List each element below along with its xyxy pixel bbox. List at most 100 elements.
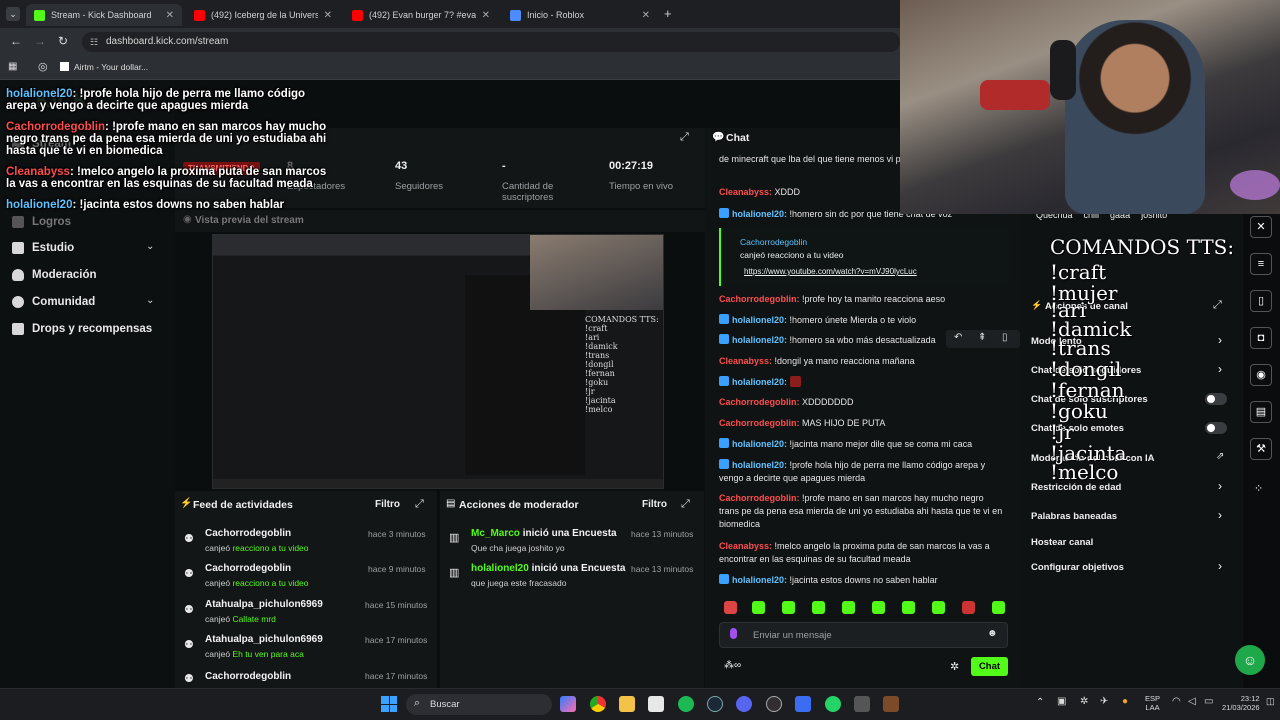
expand-icon[interactable]: ⤢ bbox=[681, 498, 690, 511]
close-icon[interactable]: ✕ bbox=[166, 10, 174, 21]
emote-icon[interactable] bbox=[992, 601, 1005, 614]
action-configure-goals[interactable]: Configurar objetivos bbox=[1031, 562, 1231, 573]
stack-icon[interactable]: ≡ bbox=[1250, 253, 1272, 275]
emote-icon[interactable] bbox=[872, 601, 885, 614]
chat-user[interactable]: Cleanabyss: bbox=[719, 541, 772, 551]
notifications-icon[interactable]: ◫ bbox=[1266, 696, 1275, 707]
wrench-icon[interactable]: ⚒ bbox=[1250, 438, 1272, 460]
windows-start-icon[interactable] bbox=[381, 696, 397, 712]
chat-user[interactable]: holalionel20: bbox=[732, 575, 787, 585]
language-indicator[interactable]: ESP LAA bbox=[1145, 694, 1160, 712]
expand-icon[interactable]: ⤢ bbox=[680, 131, 689, 144]
site-info-icon[interactable]: ☷ bbox=[90, 37, 98, 48]
emote-icon[interactable] bbox=[962, 601, 975, 614]
phone-icon[interactable]: ▯ bbox=[1250, 290, 1272, 312]
sidebar-item-estudio[interactable]: Estudio bbox=[12, 242, 74, 254]
steam-icon[interactable] bbox=[707, 696, 723, 712]
app-icon[interactable] bbox=[795, 696, 811, 712]
emote-icon[interactable] bbox=[724, 601, 737, 614]
emote-icon[interactable] bbox=[812, 601, 825, 614]
feed-user[interactable]: Cachorrodegoblin bbox=[205, 563, 291, 574]
feed-user[interactable]: Cachorrodegoblin bbox=[205, 671, 291, 682]
tray-bluetooth-icon[interactable]: ✈ bbox=[1100, 696, 1108, 707]
chat-user[interactable]: holalionel20: bbox=[732, 377, 787, 387]
mod-user[interactable]: Mc_Marco bbox=[471, 528, 520, 539]
chat-user[interactable]: Cachorrodegoblin: bbox=[719, 418, 800, 428]
apps-grid-icon[interactable]: ⁘ bbox=[1254, 482, 1263, 495]
store-icon[interactable] bbox=[648, 696, 664, 712]
emoji-icon[interactable]: ☻ bbox=[987, 628, 998, 639]
tab-youtube-2[interactable]: (492) Evan burger 7? #evanbur ✕ bbox=[344, 4, 498, 26]
apps-icon[interactable]: ▦ bbox=[8, 61, 17, 72]
chat-icon[interactable]: ◘ bbox=[1250, 327, 1272, 349]
emote-icon[interactable] bbox=[782, 601, 795, 614]
clock[interactable]: 23:12 21/03/2026 bbox=[1222, 694, 1260, 712]
mod-user[interactable]: holalionel20 bbox=[471, 563, 529, 574]
feed-filter-button[interactable]: Filtro bbox=[375, 499, 400, 510]
taskbar-search[interactable]: ⌕ Buscar bbox=[406, 694, 552, 715]
discord-icon[interactable] bbox=[736, 696, 752, 712]
support-chat-button[interactable]: ☺ bbox=[1235, 645, 1265, 675]
sidebar-item-comunidad[interactable]: Comunidad bbox=[12, 296, 95, 308]
microphone-icon[interactable] bbox=[730, 628, 737, 639]
action-banned-words[interactable]: Palabras baneadas bbox=[1031, 511, 1231, 522]
settings-gear-icon[interactable]: ✲ bbox=[950, 660, 959, 673]
tab-list-button[interactable]: ⌄ bbox=[6, 7, 20, 21]
spotify-icon[interactable] bbox=[678, 696, 694, 712]
tray-chevron-icon[interactable]: ⌃ bbox=[1036, 697, 1044, 708]
stream-preview[interactable]: COMANDOS TTS: !craft !ari !damick !trans !don… bbox=[212, 234, 664, 489]
emote-icon[interactable] bbox=[902, 601, 915, 614]
close-icon[interactable]: ✕ bbox=[482, 10, 490, 21]
back-icon[interactable]: ← bbox=[10, 34, 22, 48]
chat-link[interactable]: https://www.youtube.com/watch?v=mVJ90lyc… bbox=[744, 267, 917, 276]
chat-user[interactable]: Cleanabyss: bbox=[719, 187, 772, 197]
battery-icon[interactable]: ▭ bbox=[1204, 696, 1213, 707]
close-icon[interactable]: ✕ bbox=[324, 10, 332, 21]
chevron-right-icon[interactable]: › bbox=[1218, 559, 1222, 573]
tab-roblox[interactable]: Inicio - Roblox ✕ bbox=[502, 4, 658, 26]
tray-mic-icon[interactable]: ● bbox=[1122, 696, 1128, 707]
chat-user[interactable]: Cachorrodegoblin: bbox=[719, 294, 800, 304]
emote-icon[interactable] bbox=[752, 601, 765, 614]
chat-user[interactable]: Cleanabyss: bbox=[719, 356, 772, 366]
obs-icon[interactable] bbox=[766, 696, 782, 712]
pin-icon[interactable]: ⇞ bbox=[978, 332, 986, 343]
mod-filter-button[interactable]: Filtro bbox=[642, 499, 667, 510]
chat-user[interactable]: Cachorrodegoblin: bbox=[719, 493, 800, 503]
redeem-user[interactable]: Cachorrodegoblin bbox=[740, 237, 807, 247]
emote-icon[interactable] bbox=[842, 601, 855, 614]
chat-user[interactable]: holalionel20: bbox=[732, 335, 787, 345]
bookmark-airtm[interactable]: Airtm - Your dollar... bbox=[60, 62, 148, 72]
sidebar-item-drops[interactable]: Drops y recompensas bbox=[12, 323, 152, 335]
url-field[interactable]: dashboard.kick.com/stream bbox=[82, 32, 900, 52]
chat-user[interactable]: holalionel20: bbox=[732, 439, 787, 449]
feed-user[interactable]: Atahualpa_pichulon6969 bbox=[205, 634, 323, 645]
broadcast-icon[interactable]: ◉ bbox=[1250, 364, 1272, 386]
chat-user[interactable]: holalionel20: bbox=[732, 460, 787, 470]
feed-user[interactable]: Cachorrodegoblin bbox=[205, 528, 291, 539]
sidebar-item-moderacion[interactable]: Moderación bbox=[12, 269, 97, 281]
forward-icon[interactable]: → bbox=[34, 34, 46, 48]
volume-icon[interactable]: ◁ bbox=[1188, 696, 1196, 707]
chat-user[interactable]: holalionel20: bbox=[732, 209, 787, 219]
notification-app-icon[interactable] bbox=[854, 696, 870, 712]
tray-app-icon[interactable]: ▣ bbox=[1057, 696, 1066, 707]
emote-icon[interactable] bbox=[932, 601, 945, 614]
close-icon[interactable]: ✕ bbox=[1250, 216, 1272, 238]
expand-icon[interactable]: ⤢ bbox=[415, 498, 424, 511]
chevron-right-icon[interactable]: › bbox=[1218, 508, 1222, 522]
feed-user[interactable]: Atahualpa_pichulon6969 bbox=[205, 599, 323, 610]
chrome-icon[interactable] bbox=[590, 696, 606, 712]
chevron-down-icon[interactable]: ⌄ bbox=[146, 295, 154, 306]
sidebar-item-logros[interactable]: Logros bbox=[12, 216, 71, 228]
tab-kick-dashboard[interactable]: Stream - Kick Dashboard ✕ bbox=[26, 4, 182, 26]
whatsapp-icon[interactable] bbox=[825, 696, 841, 712]
file-explorer-icon[interactable] bbox=[619, 696, 635, 712]
delete-icon[interactable]: ▯ bbox=[1002, 332, 1008, 343]
layout-icon[interactable]: ▤ bbox=[1250, 401, 1272, 423]
new-tab-button[interactable]: + bbox=[664, 6, 672, 21]
points-icon[interactable]: ⁂∞ bbox=[724, 660, 741, 671]
chat-send-button[interactable]: Chat bbox=[971, 657, 1008, 676]
wifi-icon[interactable]: ◠ bbox=[1172, 696, 1181, 707]
globe-icon[interactable]: ◎ bbox=[38, 60, 48, 73]
